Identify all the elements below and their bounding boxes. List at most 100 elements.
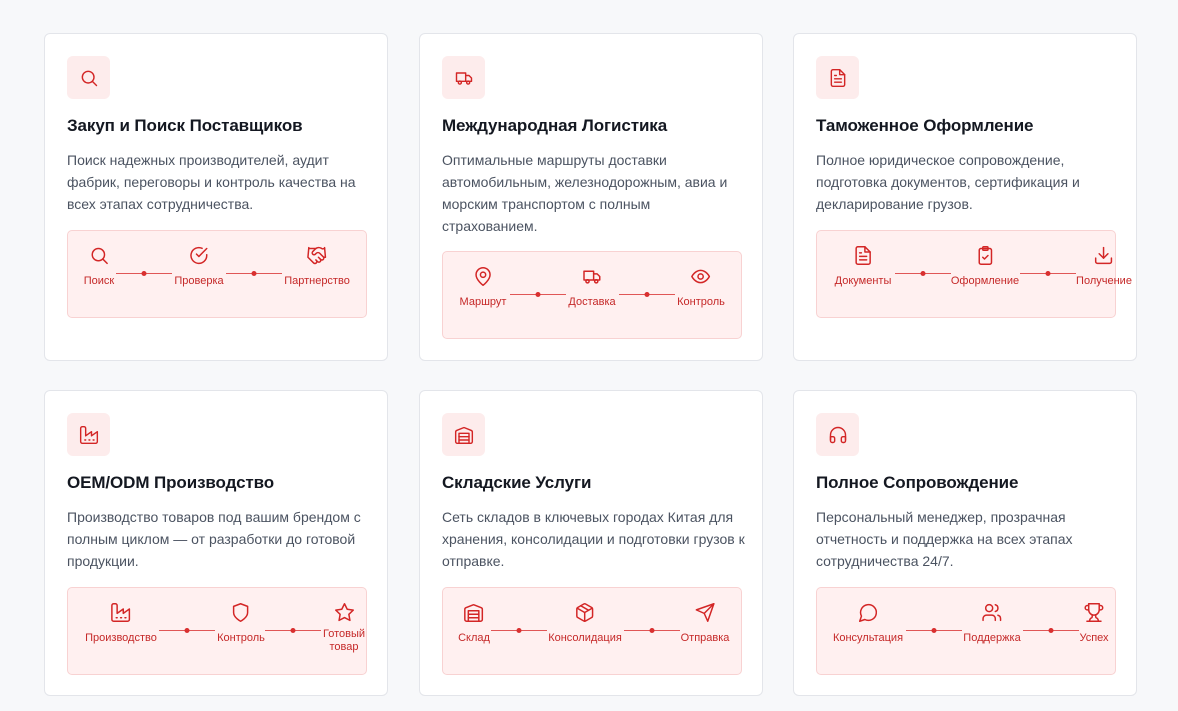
flow-step-label: Контроль (677, 296, 725, 308)
services-grid: Закуп и Поиск Поставщиков Поиск надежных… (0, 0, 1178, 711)
card-icon-badge (816, 56, 859, 99)
search-icon (91, 247, 108, 265)
flow-step-label: Документы (834, 275, 892, 287)
trophy-icon (1084, 603, 1104, 622)
headphones-icon (829, 426, 846, 443)
service-card-support: Полное Сопровождение Персональный менедж… (793, 390, 1137, 696)
clipboard-check-icon (978, 246, 992, 265)
flow-step: Отправка (680, 602, 730, 645)
process-flow: Маршрут Доставка Контроль (442, 251, 742, 339)
flow-step-label: Контроль (217, 632, 265, 644)
flow-step-label: Успех (1079, 632, 1109, 644)
message-circle-icon (858, 603, 877, 622)
flow-step: Получение (1076, 245, 1132, 288)
flow-step-label: Оформление (950, 275, 1020, 287)
flow-step-label: Склад (458, 632, 490, 644)
card-title: Закуп и Поиск Поставщиков (67, 116, 303, 135)
card-description: Поиск надежных производителей, аудит фаб… (67, 152, 356, 212)
shield-icon (233, 603, 249, 622)
flow-step-label: Доставка (568, 296, 616, 308)
card-title: OEM/ODM Производство (67, 473, 275, 492)
flow-step: Оформление (951, 245, 1019, 288)
flow-dot (251, 271, 257, 276)
service-card-logistics: Международная Логистика Оптимальные марш… (419, 33, 763, 361)
flow-step: Готовый товар (318, 602, 370, 654)
process-flow: Документы Оформление Получение (816, 230, 1132, 318)
flow-step: Документы (834, 245, 892, 288)
warehouse-icon (454, 426, 473, 444)
flow-dot (920, 271, 926, 276)
process-flow: Консультация Поддержка Успех (816, 587, 1116, 675)
flow-dot (535, 292, 541, 297)
card-title: Таможенное Оформление (816, 116, 1034, 135)
card-title: Складские Услуги (442, 473, 592, 492)
search-icon (81, 70, 97, 86)
truck-icon (455, 71, 472, 85)
flow-step-label: Готовый товар (322, 628, 366, 653)
flow-dot (649, 628, 655, 633)
flow-step: Консультация (833, 602, 903, 645)
flow-step: Склад (458, 602, 490, 645)
handshake-icon (307, 246, 327, 265)
card-icon-badge (67, 413, 110, 456)
flow-dot (644, 292, 650, 297)
process-flow: Производство Контроль Готовый товар (67, 587, 367, 675)
flow-step-label: Производство (85, 632, 157, 644)
service-card-sourcing: Закуп и Поиск Поставщиков Поиск надежных… (44, 33, 388, 361)
send-icon (695, 603, 715, 622)
users-icon (982, 603, 1002, 622)
service-card-customs: Таможенное Оформление Полное юридическое… (793, 33, 1137, 361)
flow-dot (1048, 628, 1054, 633)
process-flow: Поиск Проверка Партнерство (67, 230, 367, 318)
card-description: Сеть складов в ключевых городах Китая дл… (442, 509, 745, 569)
truck-icon (583, 270, 601, 284)
flow-step-label: Консультация (832, 632, 904, 644)
flow-step-label: Маршрут (459, 296, 507, 308)
check-circle-icon (190, 246, 208, 265)
flow-step: Поддержка (963, 602, 1021, 645)
factory-icon (111, 603, 131, 622)
flow-step: Поиск (84, 245, 114, 288)
flow-step: Партнерство (284, 245, 350, 288)
service-card-oem: OEM/ODM Производство Производство товаро… (44, 390, 388, 696)
flow-dot (516, 628, 522, 633)
flow-step-label: Проверка (174, 275, 224, 287)
factory-icon (79, 425, 98, 444)
card-icon-badge (816, 413, 859, 456)
star-icon (334, 603, 354, 622)
flow-dot (184, 628, 190, 633)
flow-step-label: Консолидация (548, 632, 622, 644)
flow-dot (141, 271, 147, 276)
flow-step-label: Отправка (680, 632, 730, 644)
package-icon (576, 603, 594, 622)
flow-step: Успех (1079, 602, 1109, 645)
document-icon (855, 246, 871, 265)
card-title: Международная Логистика (442, 116, 668, 135)
warehouse-icon (464, 604, 484, 622)
flow-step: Производство (85, 602, 157, 645)
flow-step-label: Партнерство (284, 275, 350, 287)
card-title: Полное Сопровождение (816, 473, 1019, 492)
flow-step-label: Поиск (83, 275, 115, 287)
eye-icon (691, 269, 711, 284)
map-pin-icon (475, 267, 491, 286)
download-icon (1095, 246, 1113, 265)
flow-step: Контроль (217, 602, 265, 645)
card-description: Оптимальные маршруты доставки автомобиль… (442, 152, 728, 234)
flow-step-label: Поддержка (963, 632, 1021, 644)
flow-step: Консолидация (548, 602, 622, 645)
flow-step: Проверка (174, 245, 224, 288)
card-description: Полное юридическое сопровождение, подгот… (816, 152, 1080, 212)
flow-step: Контроль (677, 266, 725, 309)
card-icon-badge (67, 56, 110, 99)
card-icon-badge (442, 56, 485, 99)
card-icon-badge (442, 413, 485, 456)
process-flow: Склад Консолидация Отправка (442, 587, 742, 675)
card-description: Персональный менеджер, прозрачная отчетн… (816, 509, 1073, 569)
document-icon (830, 68, 845, 87)
flow-dot (931, 628, 937, 633)
flow-step-label: Получение (1076, 275, 1132, 287)
flow-dot (1045, 271, 1051, 276)
card-description: Производство товаров под вашим брендом с… (67, 509, 361, 569)
flow-step: Доставка (568, 266, 616, 309)
